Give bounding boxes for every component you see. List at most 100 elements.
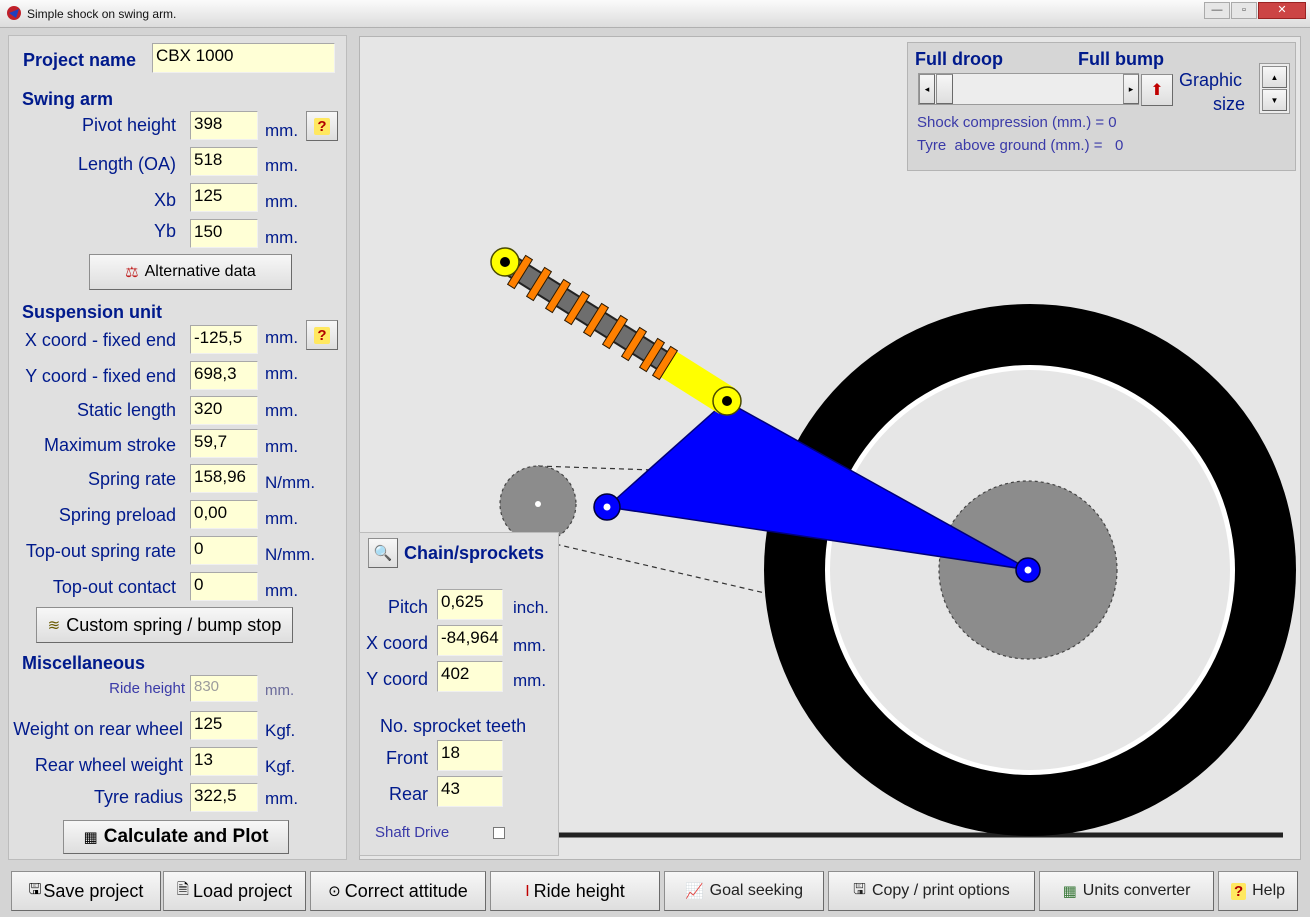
alternative-data-label: Alternative data (144, 263, 256, 280)
yb-input[interactable]: 150 (190, 219, 258, 248)
units-converter-label: Units converter (1082, 882, 1191, 899)
y-fixed-label: Y coord - fixed end (25, 366, 176, 386)
save-icon: 🖫 (28, 880, 42, 898)
chain-y-label: Y coord (366, 669, 428, 689)
question-icon: ? (314, 117, 330, 135)
max-stroke-label: Maximum stroke (43, 435, 176, 455)
ride-height-unit: mm. (265, 682, 295, 699)
units-converter-button[interactable]: ▦ Units converter (1039, 871, 1214, 911)
chain-y-input[interactable]: 402 (437, 661, 503, 692)
swing-arm-header: Swing arm (22, 89, 114, 109)
help-label: Help (1252, 882, 1286, 899)
correct-attitude-button[interactable]: ⊙ Correct attitude (310, 871, 486, 911)
slider-left-arrow[interactable]: ◂ (919, 74, 935, 104)
length-input[interactable]: 518 (190, 147, 258, 176)
slider-right-arrow[interactable]: ▸ (1123, 74, 1139, 104)
tyre-radius-input[interactable]: 322,5 (190, 783, 258, 812)
x-fixed-unit: mm. (265, 328, 299, 347)
length-label: Length (OA) (77, 154, 176, 174)
front-sprocket-center (535, 501, 541, 507)
custom-spring-button[interactable]: ≋ Custom spring / bump stop (36, 607, 293, 643)
shaft-drive-label: Shaft Drive (375, 824, 450, 841)
help-button[interactable]: ? Help (1218, 871, 1298, 911)
static-length-label: Static length (76, 400, 176, 420)
weight-rear-input[interactable]: 125 (190, 711, 258, 740)
maximize-button[interactable]: ▫ (1231, 2, 1257, 19)
xb-unit: mm. (265, 192, 299, 211)
wheel-weight-input[interactable]: 13 (190, 747, 258, 776)
topout-contact-unit: mm. (265, 581, 299, 600)
load-project-button[interactable]: 🗎 Load project (163, 871, 306, 911)
pivot-height-label: Pivot height (81, 115, 176, 135)
project-name-input[interactable]: CBX 1000 (152, 43, 335, 73)
calculate-plot-button[interactable]: ▦ Calculate and Plot (63, 820, 289, 854)
ride-height-button-label: Ride height (533, 880, 625, 901)
chain-y-unit: mm. (513, 671, 547, 690)
y-fixed-unit: mm. (265, 364, 299, 383)
max-stroke-unit: mm. (265, 437, 299, 456)
full-droop-label: Full droop (915, 49, 1003, 69)
magnifier-icon: 🔍 (373, 545, 393, 562)
x-fixed-input[interactable]: -125,5 (190, 325, 258, 354)
chain-sprockets-header: Chain/sprockets (404, 543, 545, 563)
front-teeth-label: Front (385, 748, 428, 768)
length-unit: mm. (265, 156, 299, 175)
size-up-button[interactable]: ▲ (1262, 66, 1287, 88)
height-icon: Ⅰ (525, 883, 530, 900)
alternative-data-button[interactable]: ⚖ Alternative data (89, 254, 292, 290)
xb-input[interactable]: 125 (190, 183, 258, 212)
topout-contact-input[interactable]: 0 (190, 572, 258, 601)
ride-height-button[interactable]: Ⅰ Ride height (490, 871, 660, 911)
circle-icon: ⊙ (328, 883, 341, 900)
swing-arm-help-button[interactable]: ? (306, 111, 338, 141)
spring-preload-label: Spring preload (58, 505, 176, 525)
goal-seeking-label: Goal seeking (709, 882, 804, 899)
rear-teeth-label: Rear (388, 784, 428, 804)
minimize-button[interactable]: — (1204, 2, 1230, 19)
front-teeth-input[interactable]: 18 (437, 740, 503, 771)
y-fixed-input[interactable]: 698,3 (190, 361, 258, 390)
slider-thumb[interactable] (936, 74, 953, 104)
calculate-plot-label: Calculate and Plot (103, 826, 269, 847)
full-bump-label: Full bump (1078, 49, 1164, 69)
pivot-height-unit: mm. (265, 121, 299, 140)
static-length-input[interactable]: 320 (190, 396, 258, 425)
topout-rate-input[interactable]: 0 (190, 536, 258, 565)
spring-rate-input[interactable]: 158,96 (190, 464, 258, 493)
spring-preload-input[interactable]: 0,00 (190, 500, 258, 529)
wheel-weight-label: Rear wheel weight (34, 755, 183, 775)
xb-label: Xb (153, 190, 176, 210)
weight-rear-label: Weight on rear wheel (13, 719, 183, 739)
ride-height-input: 830 (190, 675, 258, 702)
topout-contact-label: Top-out contact (52, 577, 176, 597)
pitch-input[interactable]: 0,625 (437, 589, 503, 620)
pivot-height-input[interactable]: 398 (190, 111, 258, 140)
graphic-size-label-2: size (1213, 94, 1246, 114)
rear-teeth-input[interactable]: 43 (437, 776, 503, 807)
zoom-button[interactable]: 🔍 (368, 538, 398, 568)
goal-seeking-button[interactable]: 📈 Goal seeking (664, 871, 824, 911)
save-project-button[interactable]: 🖫 Save project (11, 871, 161, 911)
pitch-unit: inch. (513, 598, 549, 617)
suspension-help-button[interactable]: ? (306, 320, 338, 350)
app-icon (7, 6, 21, 20)
shaft-drive-checkbox[interactable] (493, 827, 505, 839)
chain-sprockets-panel (359, 532, 559, 856)
up-arrow-icon: ⬆ (1150, 82, 1164, 99)
sprocket-teeth-header: No. sprocket teeth (380, 716, 527, 736)
calculator-icon: ▦ (1062, 883, 1077, 900)
topout-rate-label: Top-out spring rate (25, 541, 176, 561)
caliper-icon: ⚖ (125, 264, 139, 281)
chain-x-input[interactable]: -84,964 (437, 625, 503, 656)
tyre-radius-label: Tyre radius (93, 787, 183, 807)
max-stroke-input[interactable]: 59,7 (190, 429, 258, 458)
animate-button[interactable]: ⬆ (1141, 74, 1173, 106)
question-icon: ? (1230, 882, 1247, 900)
spring-preload-unit: mm. (265, 509, 299, 528)
close-button[interactable]: ✕ (1258, 2, 1306, 19)
chain-x-label: X coord (365, 633, 428, 653)
copy-print-button[interactable]: 🖫 Copy / print options (828, 871, 1035, 911)
load-project-label: Load project (192, 880, 293, 901)
size-down-button[interactable]: ▼ (1262, 89, 1287, 111)
window-title: Simple shock on swing arm. (27, 7, 177, 21)
